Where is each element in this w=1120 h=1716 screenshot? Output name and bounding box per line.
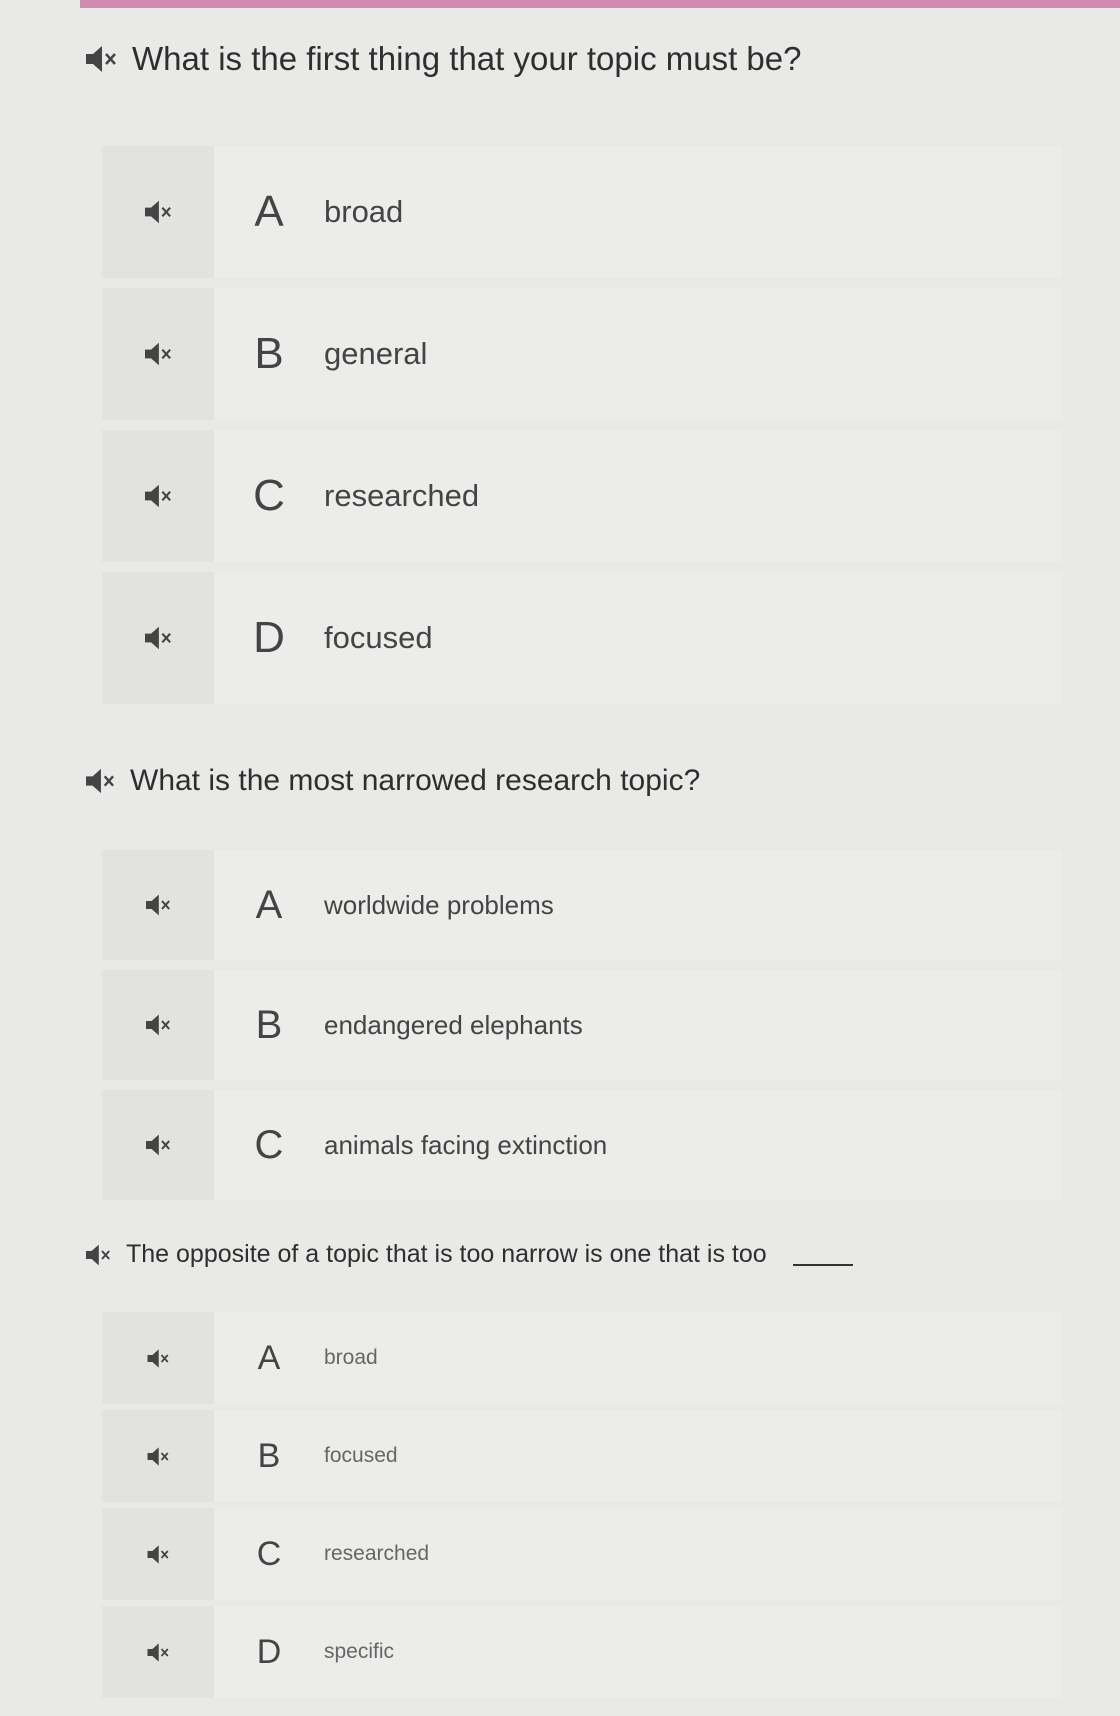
top-progress-bar	[80, 0, 1120, 8]
speaker-muted-icon[interactable]	[143, 483, 173, 509]
option-letter: C	[254, 1122, 284, 1167]
option-text: broad	[324, 194, 404, 229]
option-b[interactable]: B endangered elephants	[102, 970, 1062, 1080]
option-d[interactable]: D focused	[102, 572, 1062, 704]
option-letter: B	[255, 1002, 283, 1047]
speaker-muted-icon[interactable]	[146, 1348, 170, 1369]
option-text: animals facing extinction	[324, 1129, 608, 1160]
question-text: What is the first thing that your topic …	[132, 40, 802, 77]
option-letter: C	[253, 471, 285, 520]
option-text: focused	[324, 1444, 398, 1467]
speaker-muted-icon[interactable]	[144, 893, 172, 917]
option-b[interactable]: B general	[102, 288, 1062, 420]
option-letter: B	[254, 329, 284, 378]
answer-blank	[792, 1244, 853, 1266]
speaker-muted-icon[interactable]	[146, 1446, 170, 1467]
question-1: What is the first thing that your topic …	[84, 40, 801, 78]
question-text: What is the most narrowed research topic…	[130, 764, 701, 797]
speaker-muted-icon[interactable]	[146, 1642, 170, 1663]
option-text: focused	[324, 620, 433, 655]
option-letter: A	[254, 187, 284, 236]
speaker-muted-icon[interactable]	[146, 1544, 170, 1565]
option-text: specific	[324, 1640, 395, 1663]
option-text: general	[324, 336, 428, 371]
speaker-muted-icon[interactable]	[84, 1243, 112, 1267]
option-letter: A	[255, 882, 283, 927]
option-letter: B	[257, 1436, 281, 1475]
speaker-muted-icon[interactable]	[143, 199, 173, 225]
speaker-muted-icon[interactable]	[144, 1013, 172, 1037]
option-letter: C	[256, 1534, 282, 1573]
option-c[interactable]: C researched	[102, 1508, 1062, 1600]
question-3-options: A broad B focused C researched D specifi…	[102, 1312, 1062, 1704]
question-2-options: A worldwide problems B endangered elepha…	[102, 850, 1062, 1210]
option-c[interactable]: C researched	[102, 430, 1062, 562]
option-a[interactable]: A worldwide problems	[102, 850, 1062, 960]
question-2: What is the most narrowed research topic…	[84, 764, 700, 798]
speaker-muted-icon[interactable]	[84, 767, 116, 795]
option-text: endangered elephants	[324, 1009, 583, 1040]
option-a[interactable]: A broad	[102, 146, 1062, 278]
option-letter: D	[253, 613, 285, 662]
option-text: researched	[324, 1542, 430, 1565]
option-d[interactable]: D specific	[102, 1606, 1062, 1698]
question-1-options: A broad B general C researched D focused	[102, 146, 1062, 714]
option-c[interactable]: C animals facing extinction	[102, 1090, 1062, 1200]
question-3: The opposite of a topic that is too narr…	[84, 1240, 853, 1269]
speaker-muted-icon[interactable]	[143, 341, 173, 367]
option-text: broad	[324, 1346, 378, 1369]
option-a[interactable]: A broad	[102, 1312, 1062, 1404]
option-letter: D	[256, 1632, 282, 1671]
speaker-muted-icon[interactable]	[144, 1133, 172, 1157]
speaker-muted-icon[interactable]	[84, 44, 118, 74]
question-text: The opposite of a topic that is too narr…	[126, 1240, 767, 1268]
speaker-muted-icon[interactable]	[143, 625, 173, 651]
option-b[interactable]: B focused	[102, 1410, 1062, 1502]
option-letter: A	[257, 1338, 281, 1377]
option-text: researched	[324, 478, 480, 513]
option-text: worldwide problems	[324, 889, 554, 920]
